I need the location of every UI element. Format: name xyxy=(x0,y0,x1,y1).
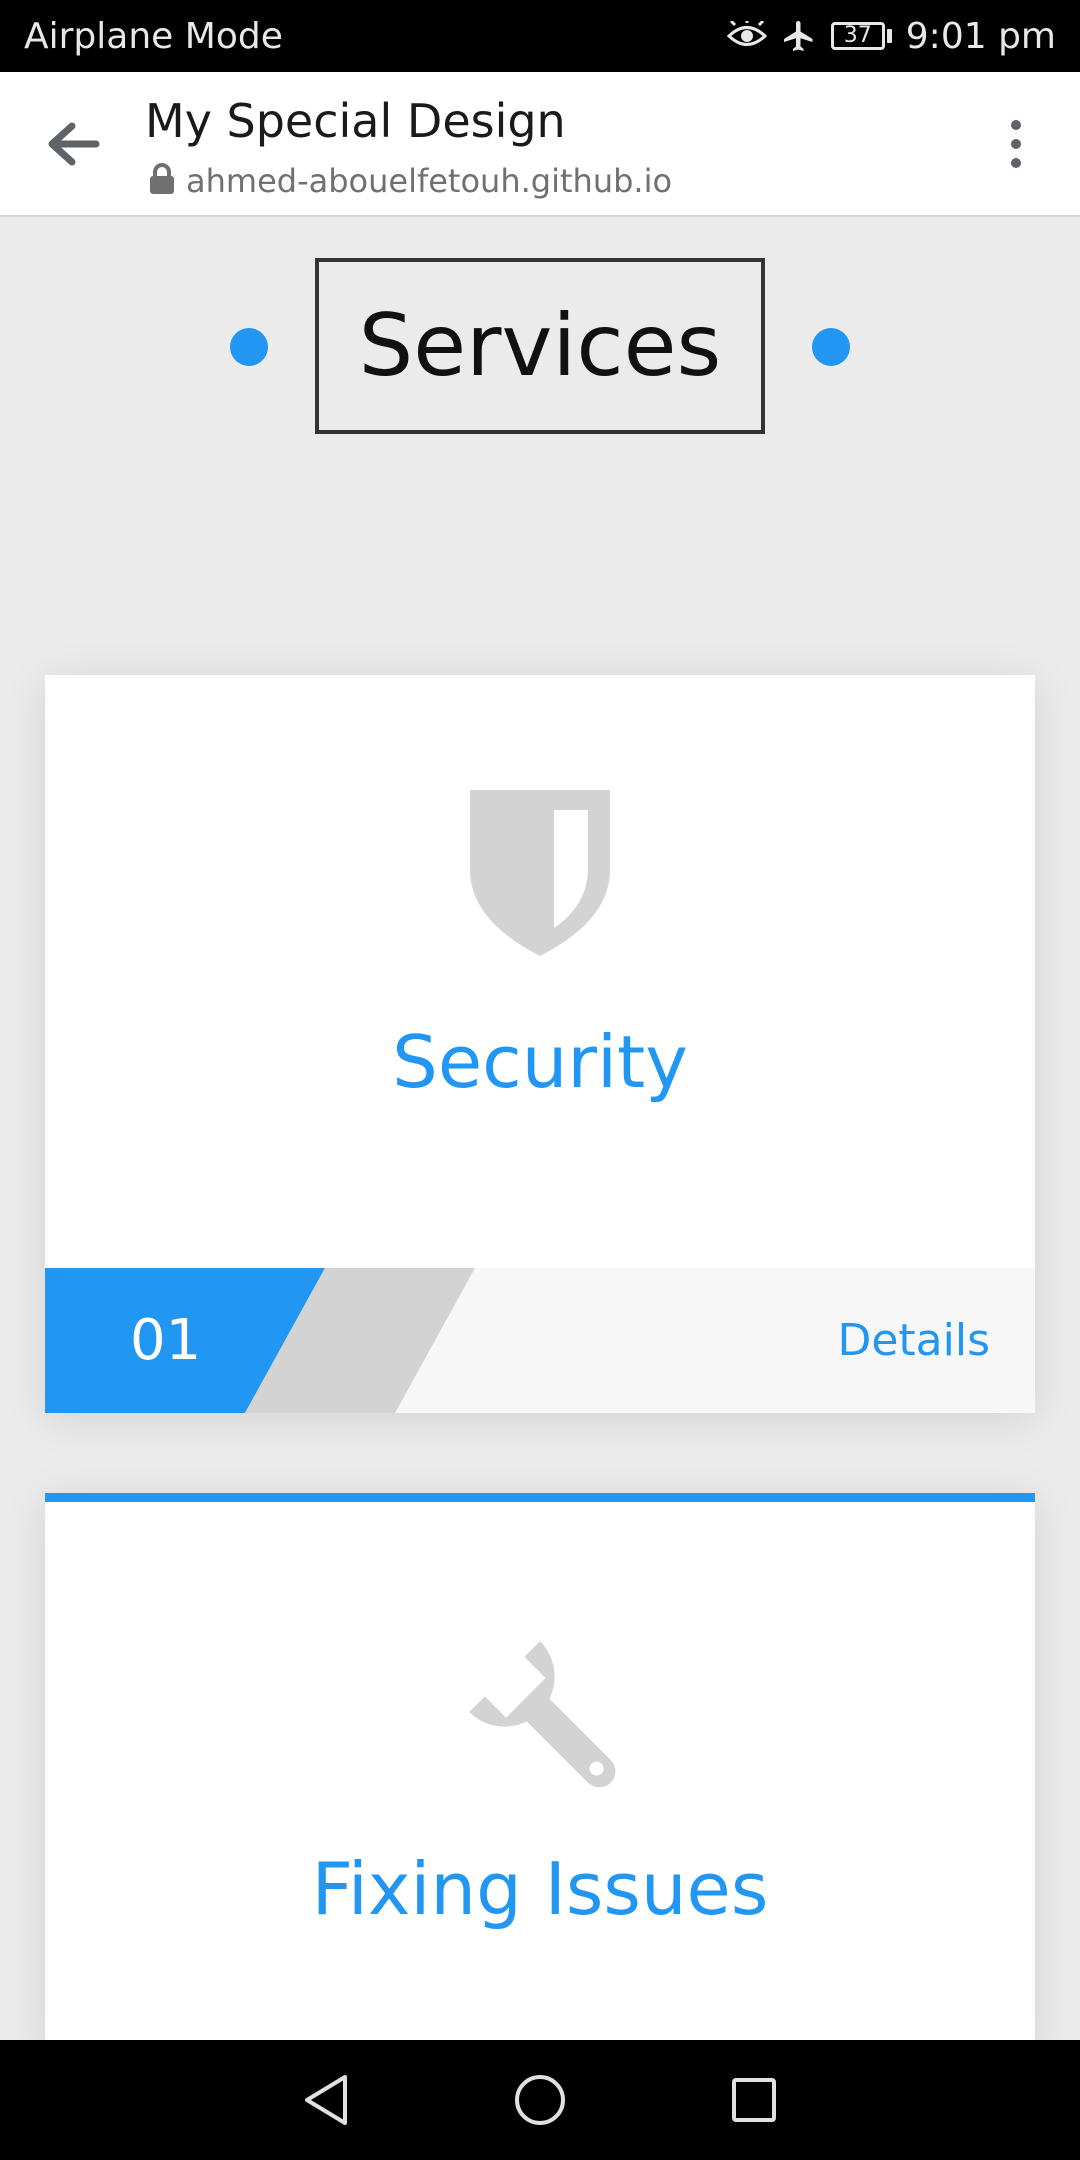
airplane-icon xyxy=(781,18,817,54)
back-triangle-icon[interactable] xyxy=(294,2068,358,2132)
lock-icon xyxy=(148,163,176,199)
heading-dot-right xyxy=(812,328,850,366)
section-title: Services xyxy=(315,258,765,434)
card-number: 01 xyxy=(130,1308,202,1373)
home-circle-icon[interactable] xyxy=(508,2068,572,2132)
services-heading: Services xyxy=(0,258,1080,436)
service-card-fixing-issues: Fixing Issues xyxy=(45,1493,1035,2053)
airplane-mode-label: Airplane Mode xyxy=(24,15,283,57)
wrench-icon xyxy=(45,1622,1035,1802)
browser-toolbar: My Special Design ahmed-abouelfetouh.git… xyxy=(0,72,1080,217)
card-footer: 01 Details xyxy=(45,1268,1035,1413)
service-card-security: Security 01 Details xyxy=(45,675,1035,1413)
status-icons: 37 9:01 pm xyxy=(726,15,1056,57)
eye-icon xyxy=(726,21,767,51)
more-vert-icon[interactable] xyxy=(996,112,1036,176)
heading-dot-left xyxy=(230,328,268,366)
shield-icon xyxy=(45,790,1035,956)
back-arrow-icon[interactable] xyxy=(40,112,104,176)
battery-icon: 37 xyxy=(830,22,892,50)
details-link[interactable]: Details xyxy=(837,1268,990,1413)
card-title: Fixing Issues xyxy=(311,1847,769,1931)
battery-level: 37 xyxy=(830,22,885,50)
clock: 9:01 pm xyxy=(905,15,1056,57)
card-title: Security xyxy=(392,1020,688,1104)
page-title: My Special Design xyxy=(145,94,566,148)
status-bar: Airplane Mode 37 9:01 pm xyxy=(0,0,1080,72)
page-url: ahmed-abouelfetouh.github.io xyxy=(186,162,673,200)
url-row[interactable]: ahmed-abouelfetouh.github.io xyxy=(148,162,672,200)
system-nav-bar xyxy=(0,2040,1080,2160)
recents-square-icon[interactable] xyxy=(722,2068,786,2132)
